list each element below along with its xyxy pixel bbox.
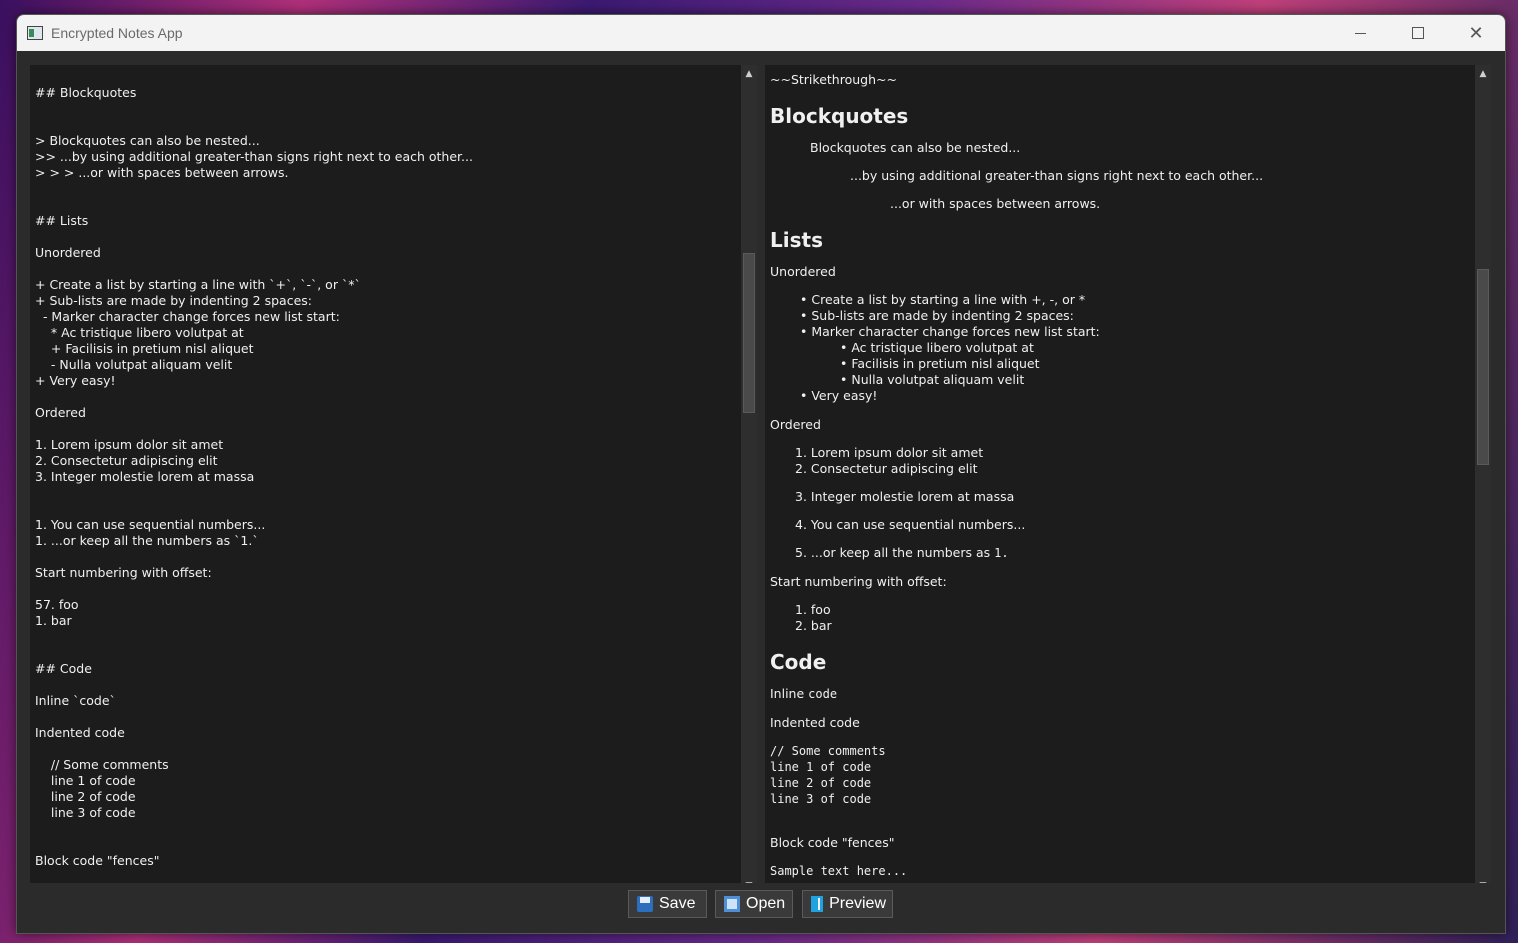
editor-line: + Sub-lists are made by indenting 2 spac… (35, 293, 312, 308)
editor-line: - Nulla volutpat aliquam velit (35, 357, 233, 372)
editor-line: >> ...by using additional greater-than s… (35, 149, 473, 164)
editor-line: + Facilisis in pretium nisl aliquet (35, 341, 254, 356)
editor-line: ## Lists (35, 213, 89, 228)
editor-line: * Ac tristique libero volutpat at (35, 325, 244, 340)
preview-list-item: 1. Lorem ipsum dolor sit amet (795, 445, 984, 460)
preview-icon (811, 896, 824, 912)
preview-text: Start numbering with offset: (770, 574, 947, 589)
editor-line: line 1 of code (35, 773, 136, 788)
editor-line: + Create a list by starting a line with … (35, 277, 361, 292)
preview-code: // Some comments (770, 744, 886, 758)
app-window: Encrypted Notes App ✕ ## Blockquotes > B… (16, 14, 1506, 934)
preview-text: Ordered (770, 417, 821, 432)
preview-code: line 2 of code (770, 776, 872, 790)
editor-line: + Very easy! (35, 373, 116, 388)
preview-scrollbar[interactable]: ▲ ▼ (1475, 65, 1491, 895)
preview-scroll-thumb[interactable] (1477, 269, 1489, 465)
editor-line: Start numbering with offset: (35, 565, 212, 580)
maximize-button[interactable] (1389, 15, 1447, 51)
preview-list-item: 1. foo (795, 602, 831, 617)
preview-list-item: 4. You can use sequential numbers... (795, 517, 1026, 532)
preview-blockquote: ...by using additional greater-than sign… (850, 168, 1264, 183)
editor-line: line 3 of code (35, 805, 136, 820)
open-button-label: Open (746, 895, 786, 912)
save-button[interactable]: Save (628, 890, 707, 918)
preview-button[interactable]: Preview (802, 890, 893, 918)
preview-code: line 1 of code (770, 760, 872, 774)
preview-heading: Code (770, 650, 827, 674)
editor-line: > > > ...or with spaces between arrows. (35, 165, 289, 180)
bottom-toolbar: Save Open Preview (17, 883, 1505, 933)
editor-line: - Marker character change forces new lis… (35, 309, 340, 324)
editor-line: 3. Integer molestie lorem at massa (35, 469, 255, 484)
preview-list-item: • Nulla volutpat aliquam velit (840, 372, 1025, 387)
minimize-button[interactable] (1331, 15, 1389, 51)
preview-text: Indented code (770, 715, 860, 730)
preview-text: ~~Strikethrough~~ (770, 72, 897, 87)
preview-text: Block code "fences" (770, 835, 895, 850)
scroll-up-arrow-icon[interactable]: ▲ (1475, 67, 1491, 81)
preview-list-item: 5. ...or keep all the numbers as 1. (795, 545, 1009, 560)
preview-text: Unordered (770, 264, 836, 279)
scroll-up-arrow-icon[interactable]: ▲ (741, 67, 757, 81)
editor-line: 2. Consectetur adipiscing elit (35, 453, 218, 468)
editor-line: Ordered (35, 405, 86, 420)
window-title: Encrypted Notes App (51, 25, 183, 41)
preview-text: Inline code (770, 686, 838, 701)
editor-line: 1. You can use sequential numbers... (35, 517, 266, 532)
editor-line: Block code "fences" (35, 853, 160, 868)
markdown-preview: ~~Strikethrough~~ Blockquotes Blockquote… (765, 65, 1475, 895)
editor-line: line 2 of code (35, 789, 136, 804)
preview-code: Sample text here... (770, 864, 908, 878)
open-file-icon (724, 896, 740, 912)
markdown-editor[interactable]: ## Blockquotes > Blockquotes can also be… (30, 65, 741, 895)
editor-scrollbar[interactable]: ▲ ▼ (741, 65, 757, 895)
save-button-label: Save (659, 895, 696, 912)
preview-list-item: • Create a list by starting a line with … (800, 292, 1086, 307)
editor-line: 1. ...or keep all the numbers as `1.` (35, 533, 259, 548)
preview-list-item: • Ac tristique libero volutpat at (840, 340, 1034, 355)
editor-line: Indented code (35, 725, 125, 740)
preview-button-label: Preview (829, 895, 886, 912)
editor-line: ## Code (35, 661, 92, 676)
editor-line: 57. foo (35, 597, 79, 612)
app-icon (27, 26, 43, 40)
preview-list-item: • Marker character change forces new lis… (800, 324, 1100, 339)
preview-list-item: 3. Integer molestie lorem at massa (795, 489, 1015, 504)
title-bar[interactable]: Encrypted Notes App ✕ (17, 15, 1505, 51)
preview-list-item: • Facilisis in pretium nisl aliquet (840, 356, 1040, 371)
editor-line: > Blockquotes can also be nested... (35, 133, 260, 148)
open-button[interactable]: Open (715, 890, 793, 918)
save-icon (637, 896, 653, 912)
editor-line: // Some comments (35, 757, 169, 772)
close-button[interactable]: ✕ (1447, 15, 1505, 51)
editor-line: Inline `code` (35, 693, 116, 708)
editor-scroll-thumb[interactable] (743, 253, 755, 413)
preview-heading: Lists (770, 228, 823, 252)
editor-line: 1. Lorem ipsum dolor sit amet (35, 437, 224, 452)
preview-heading: Blockquotes (770, 104, 909, 128)
minimize-icon (1354, 32, 1366, 34)
preview-list-item: 2. bar (795, 618, 832, 633)
close-icon: ✕ (1468, 22, 1484, 44)
editor-line: ## Blockquotes (35, 85, 137, 100)
preview-list-item: • Sub-lists are made by indenting 2 spac… (800, 308, 1074, 323)
editor-line: Unordered (35, 245, 101, 260)
preview-list-item: 2. Consectetur adipiscing elit (795, 461, 978, 476)
preview-list-item: • Very easy! (800, 388, 878, 403)
preview-code: line 3 of code (770, 792, 872, 806)
editor-line: 1. bar (35, 613, 72, 628)
preview-blockquote: ...or with spaces between arrows. (890, 196, 1101, 211)
maximize-icon (1412, 27, 1424, 39)
preview-blockquote: Blockquotes can also be nested... (810, 140, 1021, 155)
